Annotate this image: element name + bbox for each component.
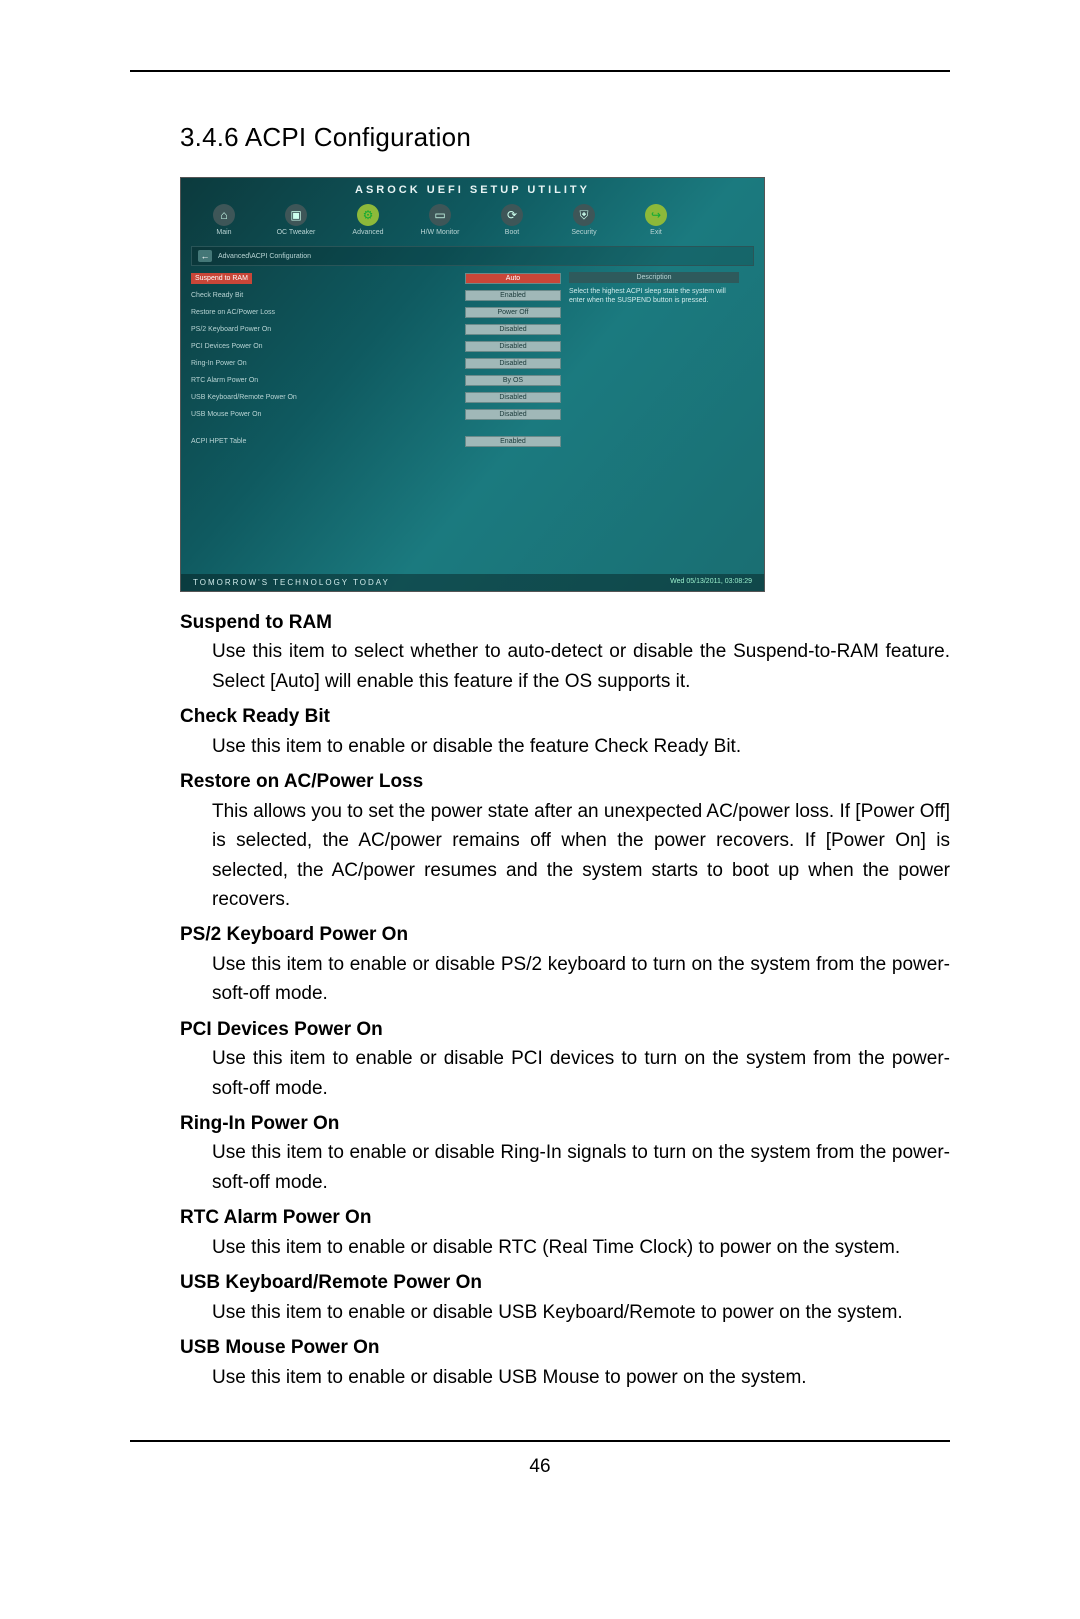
bios-row: RTC Alarm Power On By OS [191, 372, 561, 389]
bios-row-key: USB Mouse Power On [191, 411, 261, 418]
menu-main-icon: ⌂ [213, 204, 235, 226]
bios-help-title: Description [569, 272, 739, 283]
menu-boot-label: Boot [483, 229, 541, 236]
bios-footer-datetime: Wed 05/13/2011, 03:08:29 [670, 578, 752, 587]
item-description: Use this item to select whether to auto-… [212, 637, 950, 696]
bios-row-value: Disabled [465, 358, 561, 369]
menu-exit-icon: ↪ [645, 204, 667, 226]
bios-row-key: Restore on AC/Power Loss [191, 309, 275, 316]
item-description: Use this item to enable or disable USB K… [212, 1298, 950, 1327]
bios-row-value: Disabled [465, 324, 561, 335]
menu-advanced-label: Advanced [339, 229, 397, 236]
bios-row-key: PCI Devices Power On [191, 343, 263, 350]
bios-row-value: Enabled [465, 290, 561, 301]
bios-row-value: Disabled [465, 392, 561, 403]
menu-hw-monitor-label: H/W Monitor [411, 229, 469, 236]
bios-row: Suspend to RAM Auto [191, 270, 561, 287]
bios-row-key: Ring-In Power On [191, 360, 247, 367]
bios-row: ACPI HPET Table Enabled [191, 433, 561, 450]
bios-help-pane: Description Select the highest ACPI slee… [569, 270, 739, 450]
menu-oc-tweaker-label: OC Tweaker [267, 229, 325, 236]
item-description: Use this item to enable or disable USB M… [212, 1363, 950, 1392]
bios-row-key: Check Ready Bit [191, 292, 243, 299]
back-arrow-icon: ← [198, 250, 212, 262]
item-heading: PCI Devices Power On [180, 1015, 950, 1044]
bios-row: Ring-In Power On Disabled [191, 355, 561, 372]
item-description: Use this item to enable or disable PCI d… [212, 1044, 950, 1103]
bios-row-key: Suspend to RAM [191, 273, 252, 284]
menu-advanced-icon: ⚙ [357, 204, 379, 226]
menu-boot: ⟳ Boot [483, 204, 541, 236]
bios-footer: TOMORROW'S TECHNOLOGY TODAY Wed 05/13/20… [181, 574, 764, 591]
item-heading: Restore on AC/Power Loss [180, 767, 950, 796]
item-heading: Ring-In Power On [180, 1109, 950, 1138]
bios-screenshot: ASROCK UEFI SETUP UTILITY ⌂ Main ▣ OC Tweak… [180, 177, 765, 592]
bios-row-key: ACPI HPET Table [191, 438, 246, 445]
menu-main: ⌂ Main [195, 204, 253, 236]
item-heading: USB Keyboard/Remote Power On [180, 1268, 950, 1297]
bios-row: Restore on AC/Power Loss Power Off [191, 304, 561, 321]
bios-row [191, 423, 561, 433]
item-description: This allows you to set the power state a… [212, 797, 950, 915]
menu-oc-tweaker: ▣ OC Tweaker [267, 204, 325, 236]
item-description: Use this item to enable or disable RTC (… [212, 1233, 950, 1262]
bios-help-text: Select the highest ACPI sleep state the … [569, 287, 739, 305]
item-heading: RTC Alarm Power On [180, 1203, 950, 1232]
bios-row-value: Disabled [465, 409, 561, 420]
menu-hw-monitor: ▭ H/W Monitor [411, 204, 469, 236]
menu-boot-icon: ⟳ [501, 204, 523, 226]
bios-row: PS/2 Keyboard Power On Disabled [191, 321, 561, 338]
page-number: 46 [130, 1456, 950, 1478]
bios-row: Check Ready Bit Enabled [191, 287, 561, 304]
bios-row-value: Power Off [465, 307, 561, 318]
bios-row-key: RTC Alarm Power On [191, 377, 258, 384]
bios-row: PCI Devices Power On Disabled [191, 338, 561, 355]
document-body: Suspend to RAMUse this item to select wh… [180, 608, 950, 1392]
item-description: Use this item to enable or disable Ring-… [212, 1138, 950, 1197]
bios-footer-left: TOMORROW'S TECHNOLOGY TODAY [193, 578, 390, 587]
menu-security: ⛨ Security [555, 204, 613, 236]
bottom-rule [130, 1440, 950, 1442]
menu-hw-monitor-icon: ▭ [429, 204, 451, 226]
bios-row: USB Keyboard/Remote Power On Disabled [191, 389, 561, 406]
top-rule [130, 70, 950, 72]
bios-row-value: Enabled [465, 436, 561, 447]
bios-row: USB Mouse Power On Disabled [191, 406, 561, 423]
item-heading: Check Ready Bit [180, 702, 950, 731]
menu-security-icon: ⛨ [573, 204, 595, 226]
bios-row-value: Disabled [465, 341, 561, 352]
bios-breadcrumb: ← Advanced\ACPI Configuration [191, 246, 754, 266]
item-heading: USB Mouse Power On [180, 1333, 950, 1362]
item-heading: Suspend to RAM [180, 608, 950, 637]
item-description: Use this item to enable or disable PS/2 … [212, 950, 950, 1009]
bios-row-key: USB Keyboard/Remote Power On [191, 394, 297, 401]
menu-exit: ↪ Exit [627, 204, 685, 236]
bios-row-value: By OS [465, 375, 561, 386]
bios-row-key: PS/2 Keyboard Power On [191, 326, 271, 333]
item-heading: PS/2 Keyboard Power On [180, 920, 950, 949]
bios-settings-list: Suspend to RAM Auto Check Ready Bit Enabled… [191, 270, 561, 450]
breadcrumb-text: Advanced\ACPI Configuration [218, 253, 311, 260]
menu-security-label: Security [555, 229, 613, 236]
menu-main-label: Main [195, 229, 253, 236]
section-heading: 3.4.6 ACPI Configuration [180, 122, 950, 153]
menu-advanced: ⚙ Advanced [339, 204, 397, 236]
bios-row-value: Auto [465, 273, 561, 284]
item-description: Use this item to enable or disable the f… [212, 732, 950, 761]
menu-exit-label: Exit [627, 229, 685, 236]
bios-top-menu: ⌂ Main ▣ OC Tweaker ⚙ Advanced ▭ H/W Monitor ⟳ Bo… [181, 200, 764, 240]
menu-oc-tweaker-icon: ▣ [285, 204, 307, 226]
bios-title: ASROCK UEFI SETUP UTILITY [181, 178, 764, 200]
